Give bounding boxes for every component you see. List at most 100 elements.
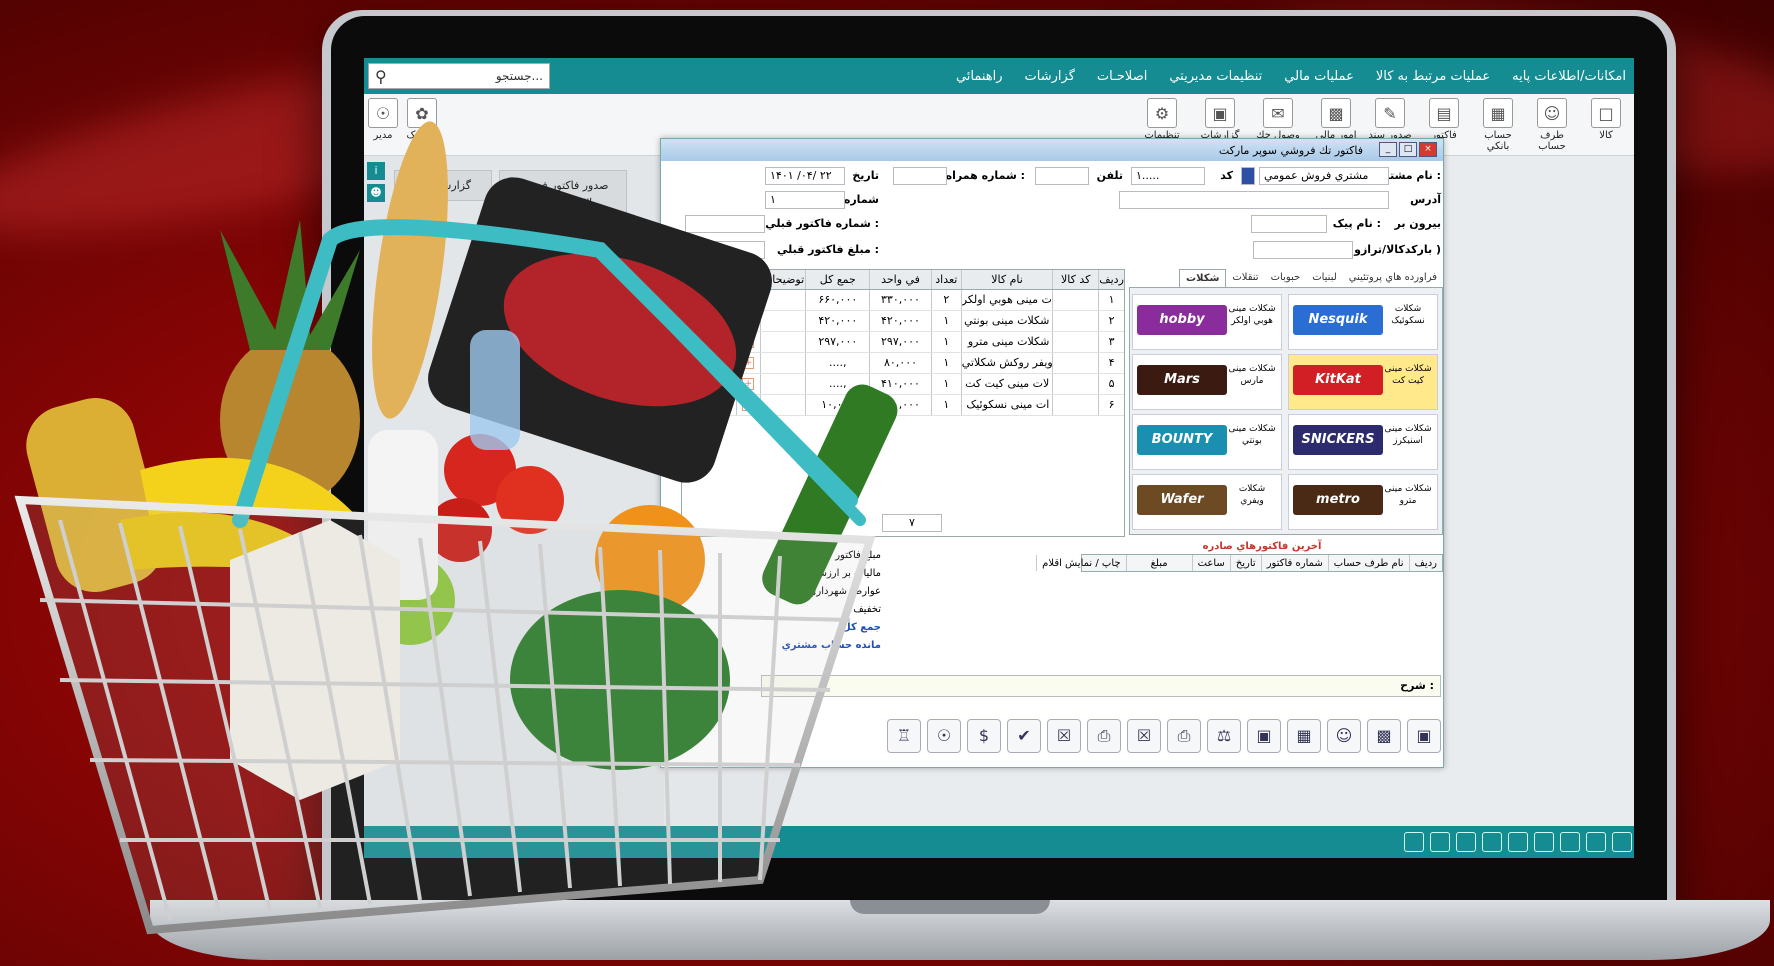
toolbar-settings[interactable]: ⚙ تنظیمات [1136,98,1188,141]
tab-dairy[interactable]: لبنیات [1306,269,1343,287]
tab-snacks[interactable]: تنقلات [1226,269,1264,287]
chart-icon[interactable] [1560,832,1580,852]
keyboard-icon[interactable] [1456,832,1476,852]
tab-protein[interactable]: فراورده هاي پروتئیني [1343,269,1443,287]
toolbar-bank[interactable]: ▦ حساب بانکي [1472,98,1524,152]
product-tile[interactable]: Wafer شکلات ویفري [1132,474,1282,530]
product-tile[interactable]: metro شکلات مینی مترو [1288,474,1438,530]
new-item-icon[interactable]: ▣ [1407,719,1441,753]
add-icon[interactable]: + [742,315,755,327]
minus-icon[interactable]: − [718,378,731,390]
product-tile[interactable]: Nesquik شکلات نسکوئیک [1288,294,1438,350]
table-row[interactable]: ۲ شکلات مینی بونتي ۱ ۴۲۰,۰۰۰ ۴۲۰,۰۰۰ + − × [682,311,1124,332]
tab-grains[interactable]: حبوبات [1265,269,1307,287]
share-icon[interactable] [1534,832,1554,852]
toolbar-goods[interactable]: □ کالا [1580,98,1632,141]
date-field[interactable]: ۱۴۰۱ /۰۴/ ۲۲ [765,167,845,185]
add-user-icon[interactable]: ☺ [1327,719,1361,753]
tab-chocolate[interactable]: شکلات [1179,269,1227,287]
product-tile[interactable]: KitKat شکلات مینی کیت کت [1288,354,1438,410]
search-icon[interactable]: ⚲ [375,67,387,86]
minus-icon[interactable]: − [718,336,731,348]
reports-list-button[interactable]: گزارشات لیـ [394,170,492,201]
menu-item-base[interactable]: امکانات/اطلاعات پایه [1512,69,1626,84]
code-field[interactable]: ۱..... [1131,167,1205,185]
product-tile[interactable]: Mars شکلات مینی مارس [1132,354,1282,410]
minus-icon[interactable]: − [718,315,731,327]
table-icon[interactable]: ▦ [1287,719,1321,753]
delete-icon[interactable]: × [691,378,704,390]
delete-icon[interactable]: × [691,315,704,327]
customer-select[interactable]: مشتري فروش عمومي [1259,167,1389,185]
description-field[interactable]: شرح : [761,675,1441,697]
peak-select[interactable] [1251,215,1327,233]
product-tile[interactable]: SNICKERS شکلات مینی اسنیکرز [1288,414,1438,470]
table-row[interactable]: ۵ لات مینی کیت کت ۱ ۴۱۰,۰۰۰...., + − × [682,374,1124,395]
phone-field[interactable] [1035,167,1089,185]
calendar-icon[interactable] [1404,832,1424,852]
maximize-button[interactable]: □ [1399,142,1417,157]
delete-icon[interactable]: × [691,336,704,348]
delete-icon[interactable]: × [691,399,704,411]
number-field[interactable]: ۱ [765,191,845,209]
cancel-icon[interactable]: ☒ [1047,719,1081,753]
close-button[interactable]: × [1419,142,1437,157]
toolbar-finance[interactable]: ▩ امور مالي [1310,98,1362,141]
menu-item-goods[interactable]: عملیات مرتبط به کالا [1376,69,1490,84]
table-row[interactable]: ۱ ت مینی هوبي اولکر ۲ ۳۳۰,۰۰۰ ۶۶۰,۰۰۰ + − × [682,290,1124,311]
product-tile[interactable]: BOUNTY شکلات مینی بونتي [1132,414,1282,470]
package-icon[interactable]: ▩ [1367,719,1401,753]
menu-item-edit[interactable]: اصلاحـات [1097,69,1147,84]
minus-icon[interactable]: − [718,294,731,306]
add-icon[interactable]: + [742,336,755,348]
delivery-icon[interactable]: ♖ [887,719,921,753]
search-input[interactable]: جستجو... [496,69,543,83]
outside-checkbox[interactable]: بیرون بر [1395,217,1442,230]
list-icon[interactable] [1482,832,1502,852]
print-preview-icon[interactable]: ⎙ [1087,719,1121,753]
currency-icon[interactable]: ☉ [927,719,961,753]
payment-icon[interactable]: $ [967,719,1001,753]
minus-icon[interactable]: − [718,357,731,369]
search-box[interactable]: ⚲ جستجو... [368,63,550,89]
toolbar-manager[interactable]: ☉ مدیر [366,98,400,141]
approve-button[interactable]: تاييد [499,212,627,243]
table-row[interactable]: ۴ ویفر روکش شکلاتي ۱ ۸۰,۰۰۰...., + − × [682,353,1124,374]
grid-icon[interactable] [1508,832,1528,852]
delete-icon[interactable]: × [691,294,704,306]
menu-item-admin[interactable]: تنظیمات مدیریتي [1169,69,1262,84]
mobile-field[interactable] [893,167,947,185]
toolbar-cheque[interactable]: ✉ وصول چك [1252,98,1304,141]
toolbar-party[interactable]: ☺ طرف حساب [1526,98,1578,152]
add-icon[interactable]: + [742,294,755,306]
table-row[interactable]: ۳ شکلات مینی مترو ۱ ۲۹۷,۰۰۰ ۲۹۷,۰۰۰ + − × [682,332,1124,353]
calendar-icon[interactable] [1586,832,1606,852]
toolbar-invoice[interactable]: ▤ فاکتور [1418,98,1470,141]
menu-item-reports[interactable]: گزارشات [1025,69,1075,84]
menu-item-finance[interactable]: عملیات مالي [1284,69,1354,84]
add-icon[interactable]: + [742,399,755,411]
address-field[interactable] [1119,191,1389,209]
product-tile[interactable]: hobby شکلات مینی هوبي اولکر [1132,294,1282,350]
menu-item-help[interactable]: راهنمائي [956,69,1003,84]
table-row[interactable]: ۶ ات مینی نسکوئیک ۱ ۴۱۰,۰۰۰ ۱۰,۰۰۰ + − × [682,395,1124,416]
monitor-icon[interactable] [1430,832,1450,852]
barcode-field[interactable] [1253,241,1353,259]
scale-icon[interactable]: ⚖ [1207,719,1241,753]
user-icon[interactable]: ☻ [367,184,385,202]
minimize-button[interactable]: _ [1379,142,1397,157]
minus-icon[interactable]: − [718,399,731,411]
toolbar-classic[interactable]: ✿ کلاسیک [402,98,442,141]
sale-invoice-button[interactable]: صدور فاکتور فروش سوپر مارکت [499,170,627,214]
add-icon[interactable]: + [742,378,755,390]
approve-icon[interactable]: ✔ [1007,719,1041,753]
toolbar-voucher[interactable]: ✎ صدور سند [1364,98,1416,141]
print-icon[interactable]: ⎙ [1167,719,1201,753]
toolbar-reports[interactable]: ▣ گزارشات [1194,98,1246,141]
delete-icon[interactable]: × [691,357,704,369]
add-icon[interactable]: + [742,357,755,369]
save-icon[interactable]: ▣ [1247,719,1281,753]
lookup-button[interactable] [1241,167,1255,185]
delete-invoice-icon[interactable]: ☒ [1127,719,1161,753]
info-icon[interactable]: i [367,162,385,180]
